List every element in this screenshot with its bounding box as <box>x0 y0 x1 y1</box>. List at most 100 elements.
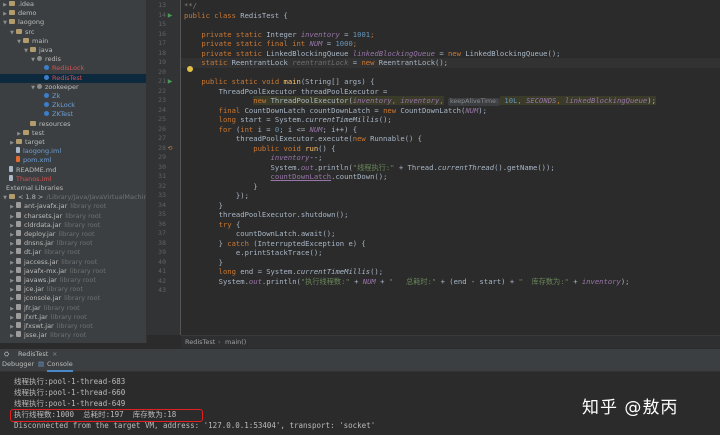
code-token: , <box>517 96 527 105</box>
tree-item[interactable]: ▶ jfr.jar library root <box>0 303 146 313</box>
tab-console[interactable]: Console <box>47 359 73 372</box>
code-token: long <box>184 267 241 276</box>
tree-item[interactable]: ZkLock <box>0 101 146 110</box>
tree-item[interactable]: ▼ java <box>0 46 146 55</box>
code-line: long start = System.currentTimeMillis(); <box>184 115 392 125</box>
intention-bulb-icon[interactable] <box>187 66 193 72</box>
tree-item-label: laogong.iml <box>23 147 62 156</box>
code-token: = <box>339 29 353 39</box>
code-token: }); <box>184 191 249 200</box>
tree-item[interactable]: ▶ .idea <box>0 0 146 9</box>
code-line: static ReentrantLock reentrantLock = new… <box>181 58 720 68</box>
line-number: 32 <box>158 181 166 190</box>
code-token: + Thread. <box>394 162 438 172</box>
code-token: try <box>184 219 236 229</box>
code-token: start = System. <box>240 115 306 124</box>
tree-item[interactable]: RedisLock <box>0 64 146 73</box>
expand-arrow-icon[interactable]: ▶ <box>9 332 15 341</box>
tree-item-label: javaws.jar <box>24 276 57 284</box>
tree-item-suffix: library root <box>43 303 80 312</box>
code-line: } <box>184 201 223 211</box>
tree-item[interactable]: ▼ laogong <box>0 18 146 27</box>
tree-item[interactable]: External Libraries <box>0 184 146 193</box>
tree-item[interactable]: ▼ main <box>0 37 146 46</box>
tree-item-label: .idea <box>18 0 34 8</box>
tree-item[interactable]: ▶ dt.jar library root <box>0 248 146 257</box>
line-number: 27 <box>158 134 166 142</box>
tree-item[interactable]: RedisTest <box>0 73 146 83</box>
code-token: Runnable() { <box>370 134 423 143</box>
tree-item[interactable]: ▶ jsse.jar library root <box>0 331 146 340</box>
console-icon: ▤ <box>38 360 45 368</box>
lib-icon <box>16 276 21 282</box>
tree-item-label: charsets.jar <box>24 211 63 220</box>
tree-item[interactable]: laogong.iml <box>0 147 146 156</box>
tree-item[interactable]: ▼< 1.8 >/Library/Java/JavaVirtualMachine… <box>0 193 146 202</box>
code-token: NUM <box>309 124 323 134</box>
tree-item[interactable]: ▼ zookeeper <box>0 83 146 92</box>
tree-item-label: jaccess.jar <box>24 257 59 266</box>
tab-debugger[interactable]: Debugger <box>2 359 34 370</box>
tree-item[interactable]: ▶ javaws.jar library root <box>0 276 146 285</box>
code-token: ); <box>647 96 656 105</box>
folder-icon <box>16 139 22 144</box>
lib-icon <box>16 285 21 292</box>
tree-item[interactable]: Thanos.iml <box>0 174 146 184</box>
code-line: } <box>184 182 257 192</box>
code-token: (); <box>378 115 392 124</box>
tree-item[interactable]: ▶ jce.jar library root <box>0 285 146 294</box>
code-token: ().getName()); <box>494 162 555 172</box>
line-number: 20 <box>158 67 166 76</box>
code-token: new <box>361 58 379 67</box>
code-token: ); <box>620 276 630 286</box>
code-token: currentThread <box>437 162 495 172</box>
line-number: 23 <box>158 96 166 104</box>
override-icon[interactable]: ⟲ <box>166 144 174 153</box>
run-main-icon[interactable]: ▶ <box>166 77 174 86</box>
tree-item-label: External Libraries <box>6 184 64 192</box>
java-icon <box>44 93 49 98</box>
tree-item[interactable]: ▶ javafx-mx.jar library root <box>0 266 146 276</box>
lib-icon <box>16 294 21 301</box>
tree-item[interactable]: ▶ jconsole.jar library root <box>0 294 146 303</box>
tree-item[interactable]: ▶ dnsns.jar library root <box>0 239 146 248</box>
tree-item[interactable]: pom.xml <box>0 156 146 165</box>
tree-item[interactable]: ▼ redis <box>0 55 146 64</box>
folder-icon <box>23 129 29 135</box>
code-token: + <box>349 276 363 286</box>
line-number: 14 <box>158 10 166 19</box>
tree-item[interactable]: ▶ ant-javafx.jar library root <box>0 202 146 211</box>
tree-item[interactable]: resources <box>0 120 146 129</box>
tree-item[interactable]: ▶ jaccess.jar library root <box>0 257 146 267</box>
tree-item[interactable]: ▶ cldrdata.jar library root <box>0 220 146 230</box>
tree-item[interactable]: README.md <box>0 165 146 175</box>
code-token: for <box>184 124 236 134</box>
tree-item[interactable]: ▶ demo <box>0 9 146 18</box>
code-token: = <box>435 48 448 58</box>
tree-item-label: java <box>39 46 53 54</box>
tree-item[interactable]: ▶ charsets.jar library root <box>0 211 146 221</box>
tree-item-suffix: library root <box>56 322 93 330</box>
tree-item[interactable]: ▶ target <box>0 138 146 147</box>
line-number: 28 <box>158 143 166 152</box>
tree-item[interactable]: ▶ test <box>0 129 146 138</box>
tree-item[interactable]: ▼ src <box>0 28 146 37</box>
tree-item[interactable]: ▶ jfxrt.jar library root <box>0 312 146 322</box>
project-tree[interactable]: ▶ .idea ▶ demo ▼ laogong ▼ src ▼ main ▼ java ▼ redis R… <box>0 0 147 343</box>
tree-item-suffix: library root <box>50 331 87 340</box>
tree-item[interactable]: ▶ jfxswt.jar library root <box>0 322 146 331</box>
line-number: 39 <box>158 248 166 256</box>
tree-item[interactable]: ▶ deploy.jar library root <box>0 230 146 239</box>
code-editor[interactable]: **/public class RedisTest { private stat… <box>181 0 720 335</box>
tree-item-suffix: library root <box>58 230 95 238</box>
folder-icon <box>9 19 15 25</box>
code-token: ; i++) { <box>322 124 358 134</box>
run-class-icon[interactable]: ▶ <box>166 11 174 20</box>
tree-item[interactable]: Zk <box>0 92 146 101</box>
line-number: 16 <box>158 29 166 38</box>
console-line: 线程执行:pool-1-thread-649 <box>14 399 126 408</box>
code-token: currentTimeMillis <box>296 267 371 276</box>
line-number: 17 <box>158 39 166 47</box>
tree-item[interactable]: ZKTest <box>0 110 146 119</box>
